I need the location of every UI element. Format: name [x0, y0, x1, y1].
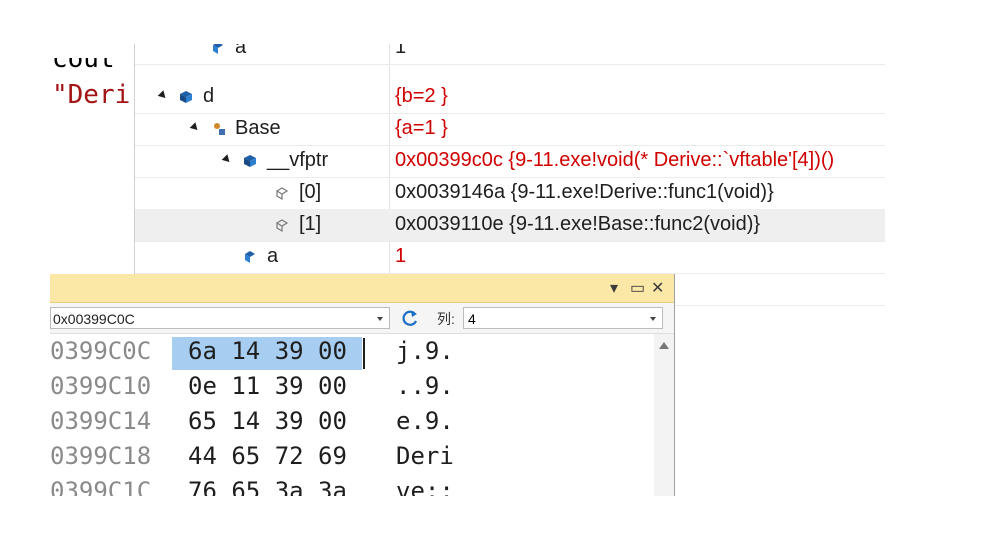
watch-row-base[interactable]: Base {a=1 }	[135, 113, 885, 146]
watch-value: 0x0039146a {9-11.exe!Derive::func1(void)…	[395, 181, 774, 203]
memory-bytes[interactable]: 44 65 72 69	[188, 442, 347, 470]
expanded-arrow-icon[interactable]	[221, 154, 233, 165]
watch-name: a	[235, 44, 247, 58]
code-line-string: "Deri	[52, 80, 131, 110]
watch-name: __vfptr	[267, 149, 329, 171]
watch-value: 0x0039110e {9-11.exe!Base::func2(void)}	[395, 213, 761, 235]
columns-label: 列:	[437, 311, 455, 327]
chevron-down-icon[interactable]	[377, 317, 383, 321]
watch-row-vfptr[interactable]: __vfptr 0x00399c0c {9-11.exe!void(* Deri…	[135, 145, 885, 178]
base-class-icon	[214, 123, 225, 135]
memory-title-bar[interactable]: ▾ ▭ ✕	[50, 274, 674, 303]
watch-name: [1]	[299, 213, 322, 235]
scroll-up-icon[interactable]	[659, 342, 669, 349]
close-icon[interactable]: ✕	[651, 278, 664, 298]
expanded-arrow-icon[interactable]	[157, 90, 169, 101]
expanded-arrow-icon[interactable]	[189, 122, 201, 133]
watch-name: [0]	[299, 181, 322, 203]
watch-name: a	[267, 245, 279, 267]
text-caret	[363, 338, 365, 369]
memory-ascii[interactable]: e.9.	[396, 407, 454, 435]
columns-select[interactable]: 4	[463, 307, 663, 329]
memory-bytes[interactable]: 0e 11 39 00	[188, 372, 347, 400]
memory-toolbar: 0x00399C0C 列: 4	[50, 303, 674, 334]
memory-ascii[interactable]: ..9.	[396, 372, 454, 400]
watch-value: {b=2 }	[395, 85, 448, 107]
object-icon	[244, 155, 256, 167]
maximize-icon[interactable]: ▭	[630, 278, 645, 298]
watch-row-index-0[interactable]: [0] 0x0039146a {9-11.exe!Derive::func1(v…	[135, 177, 885, 210]
memory-address: 0399C18	[50, 442, 152, 470]
refresh-icon[interactable]	[399, 307, 421, 329]
chevron-down-icon[interactable]	[650, 317, 656, 321]
watch-row-d[interactable]: d {b=2 }	[135, 81, 885, 114]
watch-value: 1	[395, 245, 407, 267]
vertical-scrollbar[interactable]	[654, 334, 674, 496]
memory-address: 0399C10	[50, 372, 152, 400]
watch-row-a[interactable]: a 1	[135, 241, 885, 274]
object-icon	[180, 91, 192, 103]
watch-value: 1	[395, 44, 407, 58]
watch-row-a-top[interactable]: a 1	[135, 44, 885, 65]
pointer-icon	[275, 187, 289, 200]
memory-address: 0399C0C	[50, 337, 152, 365]
window-dropdown-icon[interactable]: ▾	[610, 278, 618, 298]
field-icon	[245, 251, 255, 263]
watch-value: 0x00399c0c {9-11.exe!void(* Derive::`vft…	[395, 149, 835, 171]
watch-row-index-1[interactable]: [1] 0x0039110e {9-11.exe!Base::func2(voi…	[135, 209, 885, 242]
memory-bytes[interactable]: 6a 14 39 00	[188, 337, 347, 365]
watch-value: {a=1 }	[395, 117, 448, 139]
memory-ascii[interactable]: j.9.	[396, 337, 454, 365]
code-line-cout: cout	[52, 44, 115, 74]
watch-name: d	[203, 85, 215, 107]
memory-ascii[interactable]: ve::	[396, 477, 454, 496]
memory-ascii[interactable]: Deri	[396, 442, 454, 470]
columns-value: 4	[468, 311, 476, 327]
memory-address: 0399C14	[50, 407, 152, 435]
address-value: 0x00399C0C	[53, 311, 135, 327]
memory-bytes[interactable]: 76 65 3a 3a	[188, 477, 347, 496]
field-icon	[213, 44, 223, 54]
memory-bytes[interactable]: 65 14 39 00	[188, 407, 347, 435]
watch-name: Base	[235, 117, 281, 139]
pointer-icon	[275, 219, 289, 232]
memory-window: ▾ ▭ ✕ 0x00399C0C 列: 4 0399C0C 6a 14 39 0…	[50, 274, 675, 496]
address-input[interactable]: 0x00399C0C	[50, 307, 390, 329]
memory-address: 0399C1C	[50, 477, 152, 496]
